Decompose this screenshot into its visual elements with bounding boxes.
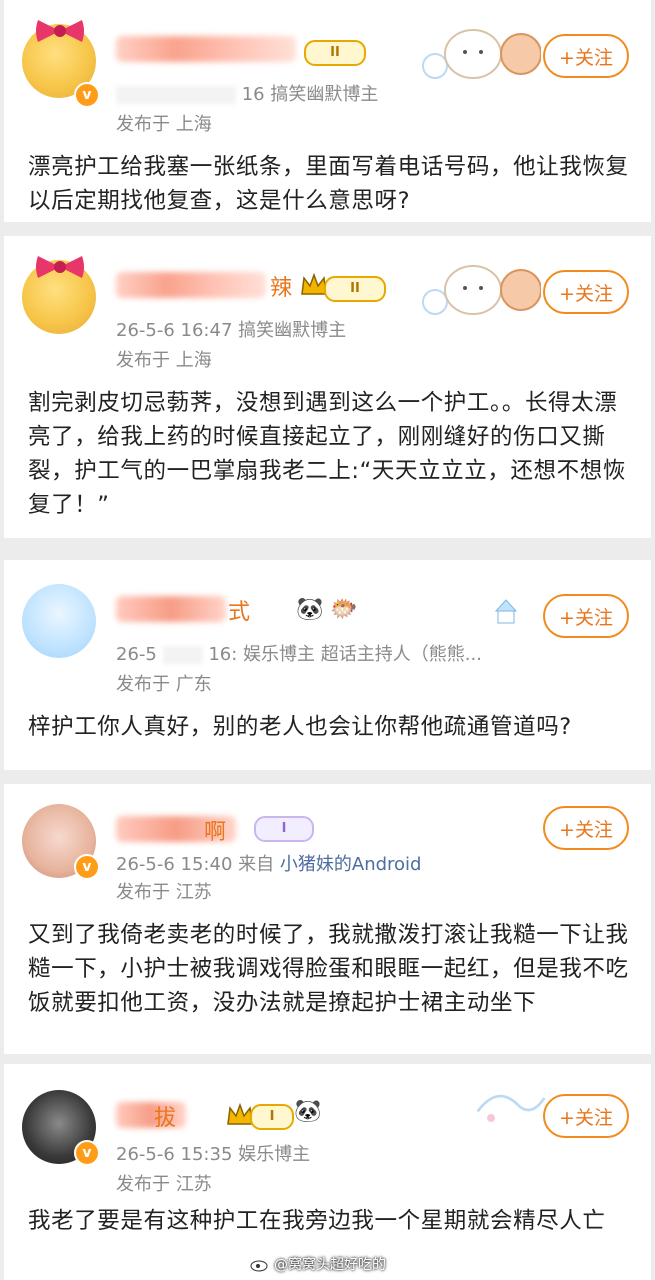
decoration-carousel-icon (494, 599, 518, 624)
source-link[interactable]: 小猪妹的Android (280, 854, 422, 875)
post-location: 发布于 上海 (116, 350, 212, 371)
post-date: 26-5 (116, 644, 157, 665)
bow-icon (36, 20, 84, 42)
username-visible-part[interactable]: 拔 (154, 1100, 176, 1132)
post-time: 16: (208, 644, 238, 665)
follow-button[interactable]: +关注 (543, 1094, 629, 1138)
username-blurred[interactable] (116, 272, 266, 298)
username-visible-part[interactable]: 啊 (204, 814, 226, 846)
post-content: 漂亮护工给我塞一张纸条，里面写着电话号码，他让我恢复以后定期找他复查，这是什么意… (28, 154, 629, 214)
post-date: 26-5-6 15:35 (116, 1144, 233, 1165)
post-location: 发布于 上海 (116, 114, 212, 135)
panda-icon: 🐼 (294, 1099, 322, 1124)
user-tag: 娱乐博主 超话主持人（熊熊... (243, 644, 482, 665)
post-date: 26-5-6 16:47 (116, 320, 233, 341)
decoration-ribbon-icon (476, 1094, 546, 1122)
date-blurred (162, 646, 203, 664)
follow-button[interactable]: +关注 (543, 594, 629, 638)
decoration-animals-icon (422, 265, 541, 315)
bow-icon (36, 256, 84, 278)
verified-v-icon: v (74, 1140, 100, 1166)
username-visible-part[interactable]: 辣 (270, 270, 292, 302)
post-time: 16 (241, 84, 265, 105)
watermark-text: @窝窝头超好吃的 (274, 1257, 386, 1273)
follow-button[interactable]: +关注 (543, 806, 629, 850)
post-date: 26-5-6 15:40 (116, 854, 233, 875)
post-content: 梓护工你人真好，别的老人也会让你帮他疏通管道吗? (28, 714, 572, 740)
post-location: 发布于 江苏 (116, 1174, 212, 1195)
post-location: 发布于 广东 (116, 674, 212, 695)
username-visible-part[interactable]: 式 (228, 594, 250, 626)
post-meta: 26-5-6 15:40 来自 小猪妹的Android (116, 850, 421, 876)
user-tag: 搞笑幽默博主 (238, 320, 347, 341)
post-meta: 26-5 16: 娱乐博主 超话主持人（熊熊... (116, 640, 482, 666)
follow-button[interactable]: +关注 (543, 34, 629, 78)
post-card: v 拔 I 🐼 26-5-6 15:35 娱乐博主 发布于 江苏 +关注 我老了… (4, 1064, 651, 1280)
post-card: 辣 II 26-5-6 16:47 搞笑幽默博主 发布于 上海 +关注 割完剥皮… (4, 236, 651, 538)
post-meta: 26-5-6 15:35 娱乐博主 (116, 1140, 310, 1166)
post-card: v II 16 搞笑幽默博主 发布于 上海 +关注 漂亮护工给我塞一张纸条，里面… (4, 0, 651, 222)
user-tag: 搞笑幽默博主 (270, 84, 379, 105)
level-badge: II (324, 276, 386, 302)
verified-v-icon: v (74, 854, 100, 880)
level-badge: II (304, 40, 366, 66)
post-meta: 16 搞笑幽默博主 (116, 80, 378, 106)
post-meta: 26-5-6 16:47 搞笑幽默博主 (116, 316, 346, 342)
user-tag: 娱乐博主 (238, 1144, 311, 1165)
level-badge: I (254, 816, 314, 842)
date-blurred (116, 86, 236, 104)
post-content: 割完剥皮切忌葧荠，没想到遇到这么一个护工。。长得太漂亮了，给我上药的时候直接起立… (28, 390, 626, 518)
username-blurred[interactable] (116, 36, 296, 62)
post-card: v 啊 I 26-5-6 15:40 来自 小猪妹的Android 发布于 江苏… (4, 784, 651, 1054)
verified-v-icon: v (74, 82, 100, 108)
panda-icon: 🐼 (296, 597, 324, 622)
post-content: 我老了要是有这种护工在我旁边我一个星期就会精尽人亡 (28, 1208, 606, 1234)
avatar[interactable] (22, 584, 96, 658)
source-prefix: 来自 (238, 854, 275, 875)
weibo-logo-icon (250, 1257, 269, 1272)
fish-icon: 🐡 (330, 597, 358, 622)
watermark: @窝窝头超好吃的 (250, 1254, 386, 1274)
level-badge: I (250, 1104, 294, 1130)
post-card: 式 🐼 🐡 26-5 16: 娱乐博主 超话主持人（熊熊... 发布于 广东 +… (4, 560, 651, 770)
post-location: 发布于 江苏 (116, 882, 212, 903)
username-blurred[interactable] (116, 596, 226, 622)
post-content: 又到了我倚老卖老的时候了，我就撒泼打滚让我糙一下让我糙一下，小护士被我调戏得脸蛋… (28, 922, 629, 1016)
decoration-animals-icon (422, 29, 541, 79)
follow-button[interactable]: +关注 (543, 270, 629, 314)
